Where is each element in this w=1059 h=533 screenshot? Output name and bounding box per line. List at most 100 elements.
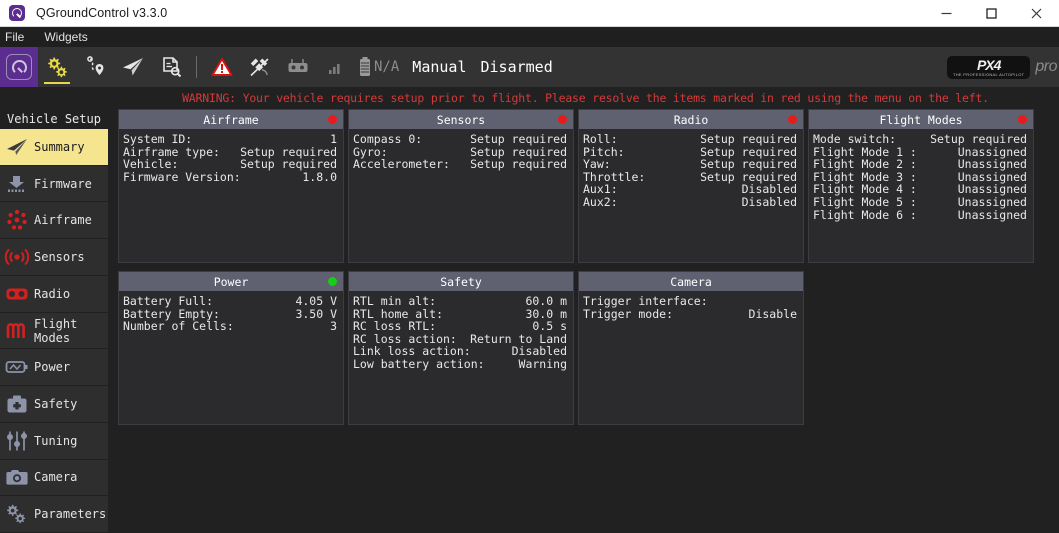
sensors-waves-icon — [4, 244, 30, 270]
toolbar-fly-button[interactable] — [114, 47, 152, 87]
power-battery-icon — [4, 354, 30, 380]
row-key: Number of Cells: — [123, 319, 234, 334]
armed-state-indicator[interactable]: Disarmed — [480, 58, 552, 76]
panel-safety[interactable]: Safety RTL min alt: 60.0 m RTL home alt: 3… — [348, 271, 574, 425]
px4-logo-box: PX4 THE PROFESSIONAL AUTOPILOT — [947, 55, 1031, 79]
row-key: RC loss RTL: — [353, 319, 437, 334]
warning-triangle-icon — [211, 58, 233, 76]
row-key: Trigger interface: — [583, 294, 708, 308]
row-key: Aux2: — [583, 194, 618, 209]
close-button[interactable] — [1014, 1, 1059, 26]
sidebar-item-summary[interactable]: Summary — [0, 129, 108, 165]
panel-camera[interactable]: Camera Trigger interface: Trigger mode: D… — [578, 271, 804, 425]
row-key: Accelerometer: — [353, 157, 450, 172]
panel-title: Power — [213, 274, 249, 289]
paper-plane-icon — [123, 58, 143, 76]
rc-transmitter-icon — [288, 59, 308, 72]
panel-header: Sensors — [349, 110, 573, 129]
sidebar-item-label: Power — [34, 360, 71, 375]
sidebar-item-parameters[interactable]: Parameters — [0, 496, 108, 533]
panel-radio[interactable]: Radio Roll: Setup required Pitch: Setup re… — [578, 109, 804, 263]
sidebar-item-label: Camera — [34, 470, 78, 485]
setup-warning-bar: WARNING: Your vehicle requires setup pri… — [0, 87, 1059, 109]
qgroundcontrol-window: QGroundControl v3.3.0 File Widgets N/A M… — [0, 0, 1059, 533]
status-dot-red — [788, 115, 797, 124]
panel-row: Flight Mode 2 : Unassigned — [813, 158, 1027, 171]
row-key: Yaw: — [583, 157, 611, 172]
title-bar: QGroundControl v3.3.0 — [0, 0, 1059, 27]
row-key: RTL min alt: — [353, 294, 437, 308]
toolbar-home-button[interactable] — [0, 47, 38, 87]
panel-title: Airframe — [203, 112, 259, 127]
sidebar-item-tuning[interactable]: Tuning — [0, 422, 108, 459]
toolbar-setup-button[interactable] — [38, 47, 76, 87]
sidebar-item-power[interactable]: Power — [0, 349, 108, 386]
status-dot-red — [1018, 115, 1027, 124]
panel-flight-modes[interactable]: Flight Modes Mode switch: Setup required … — [808, 109, 1034, 263]
sidebar-item-label: Summary — [34, 139, 85, 154]
panel-row: Mode switch: Setup required — [813, 133, 1027, 146]
toolbar-rc-indicator[interactable] — [279, 47, 317, 87]
panel-row: Flight Mode 6 : Unassigned — [813, 207, 1027, 222]
sidebar-item-label: Parameters — [34, 507, 107, 522]
sidebar-item-label: Radio — [34, 286, 71, 301]
sidebar-item-airframe[interactable]: Airframe — [0, 202, 108, 239]
sidebar-item-radio[interactable]: Radio — [0, 275, 108, 312]
panel-row: Aux2: Disabled — [583, 196, 797, 209]
toolbar-telemetry-indicator[interactable] — [317, 47, 355, 87]
panel-body: RTL min alt: 60.0 m RTL home alt: 30.0 m R… — [349, 291, 573, 371]
sidebar-item-sensors[interactable]: Sensors — [0, 239, 108, 275]
toolbar-plan-button[interactable] — [76, 47, 114, 87]
sidebar-item-camera[interactable]: Camera — [0, 459, 108, 496]
battery-icon — [360, 57, 370, 76]
panel-sensors[interactable]: Sensors Compass 0: Setup required Gyro: Se… — [348, 109, 574, 263]
panel-title: Radio — [673, 112, 709, 127]
qgroundcontrol-icon — [9, 5, 25, 21]
px4-pro-logo: PX4 THE PROFESSIONAL AUTOPILOT pro — [947, 55, 1057, 79]
row-key: Vehicle: — [123, 157, 179, 172]
toolbar-warning-indicator[interactable] — [203, 47, 241, 87]
panel-header: Power — [119, 272, 343, 291]
sidebar-item-label: Tuning — [34, 433, 78, 448]
menu-item-widgets[interactable]: Widgets — [34, 27, 97, 47]
sidebar-item-firmware[interactable]: Firmware — [0, 165, 108, 202]
document-search-icon — [163, 57, 182, 78]
row-key: Flight Mode 5 : — [813, 194, 917, 209]
row-value: Setup required — [700, 132, 797, 146]
flight-mode-indicator[interactable]: Manual — [412, 58, 466, 76]
row-value: 1.8.0 — [302, 169, 337, 184]
sidebar-item-safety[interactable]: Safety — [0, 386, 108, 422]
panel-row: Trigger interface: — [583, 295, 797, 308]
row-value: Disable — [748, 306, 797, 321]
toolbar-analyze-button[interactable] — [152, 47, 190, 87]
row-value: Unassigned — [957, 157, 1027, 172]
panel-power[interactable]: Power Battery Full: 4.05 V Battery Empty:… — [118, 271, 344, 425]
summary-panel-row-2: Power Battery Full: 4.05 V Battery Empty:… — [118, 271, 1059, 425]
row-key: Roll: — [583, 132, 618, 146]
toolbar-brand-area: PX4 THE PROFESSIONAL AUTOPILOT pro — [947, 55, 1059, 79]
toolbar-battery-indicator[interactable]: N/A — [355, 47, 402, 87]
panel-airframe[interactable]: Airframe System ID: 1 Airframe type: Setup… — [118, 109, 344, 263]
row-value: Setup required — [470, 132, 567, 146]
battery-value: N/A — [374, 59, 400, 75]
panel-row: Yaw: Setup required — [583, 158, 797, 171]
toolbar-gps-indicator[interactable] — [241, 47, 279, 87]
minimize-button[interactable] — [924, 1, 969, 26]
panel-row: Vehicle: Setup required — [123, 158, 337, 171]
sidebar-item-flight-modes[interactable]: Flight Modes — [0, 312, 108, 349]
waypoint-path-icon — [87, 56, 104, 75]
panel-row: System ID: 1 — [123, 133, 337, 146]
panel-header: Airframe — [119, 110, 343, 129]
tuning-sliders-icon — [4, 428, 30, 454]
panel-row: Number of Cells: 3 — [123, 320, 337, 333]
panel-title: Safety — [440, 274, 482, 289]
maximize-button[interactable] — [969, 1, 1014, 26]
gears-icon — [48, 57, 67, 78]
menu-item-file[interactable]: File — [0, 27, 34, 47]
signal-bars-icon — [329, 64, 340, 74]
row-key: Flight Mode 6 : — [813, 207, 917, 222]
status-dot-green — [328, 277, 337, 286]
panel-title: Sensors — [436, 112, 486, 127]
panel-row: Roll: Setup required — [583, 133, 797, 146]
sidebar-item-label: Firmware — [34, 176, 92, 191]
